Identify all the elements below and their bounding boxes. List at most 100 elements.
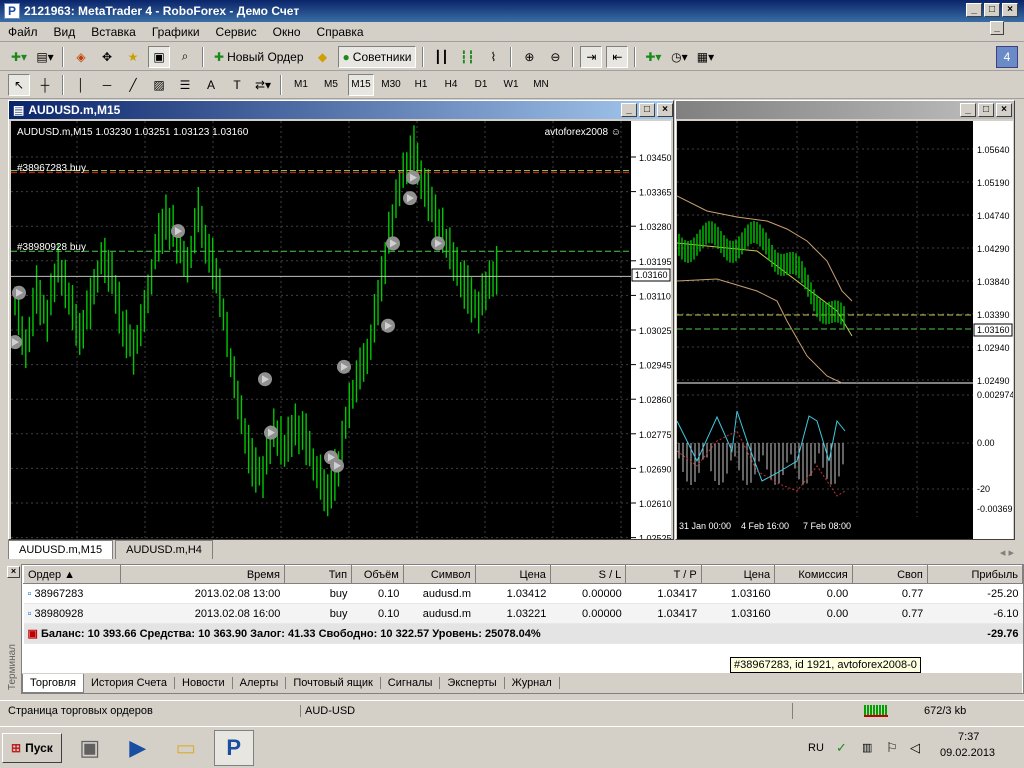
chart-window-audusd-h4[interactable]: _ □ × 1.05640 1.05190 1.04740 1.04290 1.0384… — [675, 100, 1015, 540]
new-order-icon: ✚ — [214, 49, 225, 64]
col-symbol[interactable]: Символ — [402, 565, 476, 584]
fibonacci-icon[interactable]: ☰ — [174, 74, 196, 96]
price-chart-h4[interactable]: 1.05640 1.05190 1.04740 1.04290 1.03840 1.033… — [677, 121, 1013, 539]
col-sl[interactable]: S / L — [549, 565, 627, 584]
expert-advisors-button[interactable]: ● Советники — [337, 45, 417, 68]
tab-scroll-arrows-icon[interactable]: ◂ ▸ — [1000, 546, 1014, 559]
text-label-icon[interactable]: T — [226, 74, 248, 96]
menu-help[interactable]: Справка — [309, 25, 372, 39]
chart-tab-m15[interactable]: AUDUSD.m,M15 — [8, 540, 114, 559]
chart-shift-icon[interactable]: ⇤ — [606, 45, 629, 68]
powershell-icon[interactable]: ▶ — [118, 730, 158, 766]
navigator-icon[interactable]: ★ — [122, 46, 144, 68]
data-window-icon[interactable]: ✥ — [96, 46, 118, 68]
clock-time[interactable]: 7:37 — [958, 731, 979, 743]
col-commission[interactable]: Комиссия — [774, 565, 853, 584]
chart2-close-button[interactable]: × — [996, 103, 1012, 117]
chart-close-button[interactable]: × — [657, 103, 673, 117]
close-button[interactable]: × — [1002, 3, 1018, 17]
timeframe-d1[interactable]: D1 — [468, 74, 494, 96]
timeframe-m1[interactable]: M1 — [288, 74, 314, 96]
crosshair-icon[interactable]: ┼ — [34, 74, 56, 96]
terminal-icon[interactable]: ▣ — [148, 45, 170, 68]
autoscroll-icon[interactable]: ⇥ — [580, 45, 603, 68]
templates-icon[interactable]: ▦▾ — [694, 46, 716, 68]
cursor-icon[interactable]: ↖ — [8, 73, 30, 96]
vertical-line-icon[interactable]: │ — [70, 74, 92, 96]
indicators-icon[interactable]: ✚▾ — [642, 46, 664, 68]
terminal-side-label[interactable]: × Терминал — [6, 564, 22, 694]
tab-experts[interactable]: Эксперты — [440, 677, 505, 689]
chart2-maximize-button[interactable]: □ — [978, 103, 994, 117]
explorer-folder-icon[interactable]: ▭ — [166, 730, 206, 766]
col-profit[interactable]: Прибыль — [926, 565, 1024, 584]
server-manager-icon[interactable]: ▣ — [70, 730, 110, 766]
chart2-time-label: 4 Feb 16:00 — [741, 521, 789, 531]
tab-news[interactable]: Новости — [175, 677, 233, 689]
col-price[interactable]: Цена — [474, 565, 551, 584]
periods-icon[interactable]: ◷▾ — [668, 46, 690, 68]
timeframe-h4[interactable]: H4 — [438, 74, 464, 96]
strategy-tester-icon[interactable]: ⌕ — [174, 46, 196, 68]
timeframe-w1[interactable]: W1 — [498, 74, 524, 96]
zoom-in-icon[interactable]: ⊕ — [518, 46, 540, 68]
col-swap[interactable]: Своп — [851, 565, 928, 584]
col-tp[interactable]: T / P — [625, 565, 702, 584]
tab-journal[interactable]: Журнал — [505, 677, 560, 689]
market-watch-icon[interactable]: ◈ — [70, 46, 92, 68]
metaeditor-icon[interactable]: ◆ — [312, 46, 334, 68]
menu-view[interactable]: Вид — [46, 25, 84, 39]
tab-mailbox[interactable]: Почтовый ящик — [286, 677, 381, 689]
profiles-icon[interactable]: ▤▾ — [34, 46, 56, 68]
minimize-button[interactable]: _ — [966, 3, 982, 17]
text-icon[interactable]: A — [200, 74, 222, 96]
tab-account-history[interactable]: История Счета — [84, 677, 176, 689]
clock-date[interactable]: 09.02.2013 — [940, 747, 995, 759]
menu-insert[interactable]: Вставка — [83, 25, 144, 39]
col-volume[interactable]: Объём — [351, 565, 404, 584]
tab-trade[interactable]: Торговля — [22, 673, 84, 693]
chart-maximize-button[interactable]: □ — [639, 103, 655, 117]
tab-signals[interactable]: Сигналы — [381, 677, 441, 689]
table-row[interactable]: ▫ 38980928 2013.02.08 16:00 buy 0.10 aud… — [23, 603, 1023, 624]
price-tick-label: 1.02525 — [639, 534, 671, 539]
price-chart-m15[interactable]: 1.03450 1.03365 1.03280 1.03195 1.03110 1.030… — [11, 121, 671, 539]
timeframe-m15[interactable]: M15 — [348, 73, 374, 96]
channel-icon[interactable]: ▨ — [148, 74, 170, 96]
timeframe-h1[interactable]: H1 — [408, 74, 434, 96]
new-chart-icon[interactable]: ✚▾ — [8, 46, 30, 68]
chart-tab-h4[interactable]: AUDUSD.m,H4 — [115, 540, 213, 559]
arrows-icon[interactable]: ⇄▾ — [252, 74, 274, 96]
timeframe-m5[interactable]: M5 — [318, 74, 344, 96]
timeframe-mn[interactable]: MN — [528, 74, 554, 96]
menu-charts[interactable]: Графики — [144, 25, 208, 39]
table-row[interactable]: ▫ 38967283 2013.02.08 13:00 buy 0.10 aud… — [23, 583, 1023, 604]
horizontal-line-icon[interactable]: ─ — [96, 74, 118, 96]
chart-minimize-button[interactable]: _ — [621, 103, 637, 117]
zoom-out-icon[interactable]: ⊖ — [544, 46, 566, 68]
terminal-close-button[interactable]: × — [7, 566, 20, 578]
metatrader-taskbar-icon[interactable]: P — [213, 729, 254, 766]
chart-window-audusd-m15[interactable]: ▤ AUDUSD.m,M15 _ □ × 1.03450 1.03365 1.032… — [8, 100, 674, 540]
menu-file[interactable]: Файл — [0, 25, 46, 39]
col-type[interactable]: Тип — [283, 565, 353, 584]
new-order-button[interactable]: ✚ Новый Ордер — [210, 46, 308, 68]
chart2-background — [677, 121, 1013, 539]
col-order[interactable]: Ордер ▲ — [22, 565, 122, 584]
messages-badge[interactable]: 4 — [996, 45, 1018, 68]
chart2-minimize-button[interactable]: _ — [960, 103, 976, 117]
menu-tools[interactable]: Сервис — [208, 25, 265, 39]
line-chart-icon[interactable]: ⌇ — [482, 46, 504, 68]
menu-window[interactable]: Окно — [265, 25, 309, 39]
mdi-minimize-button[interactable]: _ — [990, 21, 1004, 35]
col-current-price[interactable]: Цена — [700, 565, 776, 584]
bar-chart-icon[interactable]: ┃┃ — [430, 46, 452, 68]
timeframe-m30[interactable]: M30 — [378, 74, 404, 96]
language-indicator[interactable]: RU — [808, 742, 824, 754]
col-time[interactable]: Время — [120, 565, 285, 584]
start-button[interactable]: ⊞ Пуск — [2, 732, 62, 763]
candlestick-icon[interactable]: ┇┇ — [456, 46, 478, 68]
trendline-icon[interactable]: ╱ — [122, 74, 144, 96]
maximize-button[interactable]: □ — [984, 3, 1000, 17]
tab-alerts[interactable]: Алерты — [233, 677, 287, 689]
